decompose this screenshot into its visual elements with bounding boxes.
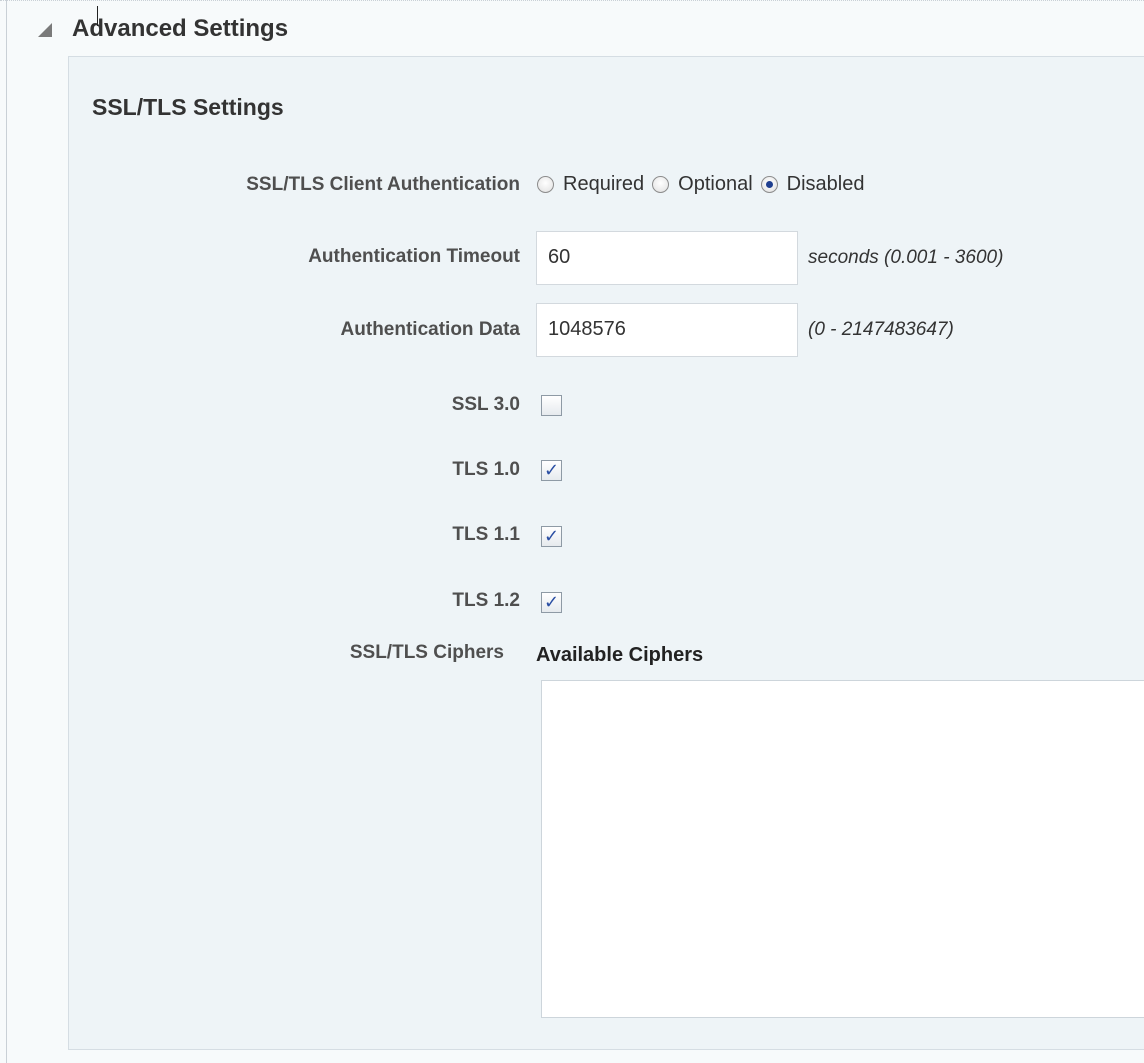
tls12-checkbox[interactable]: ✓ (541, 592, 562, 613)
radio-required[interactable] (537, 176, 554, 193)
left-border (6, 0, 7, 1063)
ssl30-label: SSL 3.0 (451, 394, 520, 415)
panel-title: SSL/TLS Settings (92, 94, 284, 120)
radio-required-label[interactable]: Required (563, 173, 644, 196)
tls10-label: TLS 1.0 (452, 459, 520, 480)
text-cursor (97, 6, 98, 26)
available-ciphers-heading: Available Ciphers (536, 644, 704, 666)
tls10-checkbox[interactable]: ✓ (541, 460, 562, 481)
checkmark-icon: ✓ (544, 526, 560, 546)
auth-timeout-hint: seconds (0.001 - 3600) (808, 247, 1004, 268)
top-divider (0, 0, 1144, 8)
radio-disabled-label[interactable]: Disabled (787, 173, 865, 196)
page-frame: Advanced Settings SSL/TLS Settings SSL/T… (0, 0, 1144, 1063)
auth-timeout-label: Authentication Timeout (308, 246, 520, 267)
tls11-checkbox[interactable]: ✓ (541, 526, 562, 547)
checkmark-icon: ✓ (544, 592, 560, 612)
auth-data-hint: (0 - 2147483647) (808, 319, 954, 340)
radio-disabled[interactable] (760, 176, 778, 193)
checkmark-icon: ✓ (544, 460, 560, 480)
ciphers-label: SSL/TLS Ciphers (349, 642, 504, 663)
radio-optional-label[interactable]: Optional (678, 173, 753, 196)
auth-data-input[interactable]: 1048576 (536, 303, 798, 357)
ssl30-checkbox[interactable] (541, 395, 562, 416)
collapse-triangle-icon[interactable] (38, 23, 52, 37)
client-auth-label: SSL/TLS Client Authentication (246, 174, 520, 195)
available-ciphers-list[interactable] (541, 680, 1144, 1018)
client-auth-radio-group: Required Optional Disabled (537, 173, 873, 196)
tls11-label: TLS 1.1 (452, 524, 520, 545)
auth-data-label: Authentication Data (340, 319, 520, 340)
auth-timeout-input[interactable]: 60 (536, 231, 798, 285)
tls12-label: TLS 1.2 (452, 590, 520, 611)
radio-optional[interactable] (652, 176, 670, 193)
section-title: Advanced Settings (72, 15, 289, 42)
advanced-settings-header[interactable]: Advanced Settings (38, 12, 288, 46)
